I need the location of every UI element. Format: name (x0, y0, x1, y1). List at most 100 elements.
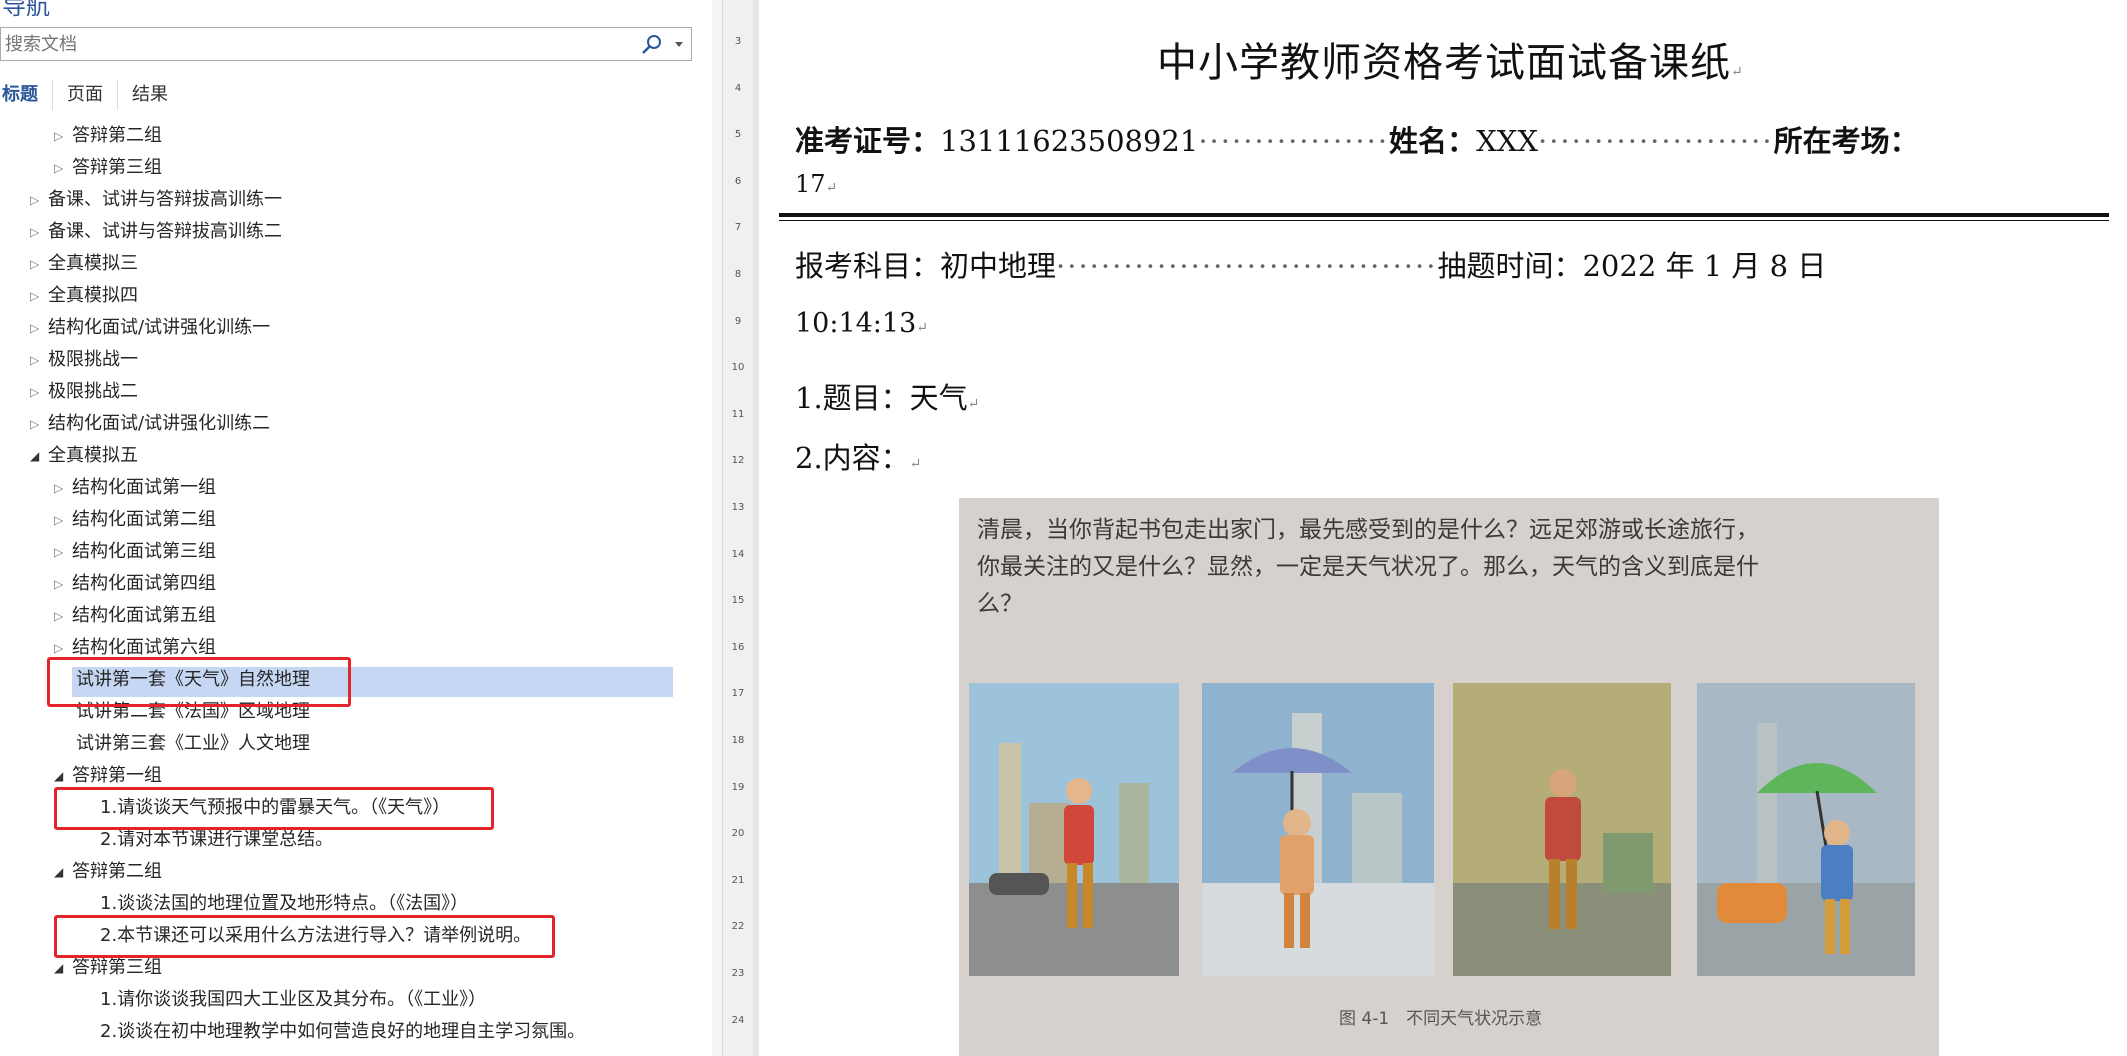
expanded-triangle-icon[interactable]: ◢ (54, 857, 72, 887)
collapsed-triangle-icon[interactable]: ▷ (54, 601, 72, 631)
collapsed-triangle-icon[interactable]: ▷ (30, 281, 48, 311)
ruler-number: 9 (734, 315, 742, 327)
nav-tabs: 标题 页面 结果 (0, 80, 182, 110)
collapsed-triangle-icon[interactable]: ▷ (54, 473, 72, 503)
nav-heading-item[interactable]: 试讲第三套《工业》人文地理 (76, 729, 310, 759)
collapsed-triangle-icon[interactable]: ▷ (30, 313, 48, 343)
ruler-number: 17 (731, 688, 745, 700)
ruler-number: 20 (731, 828, 745, 840)
nav-heading-group[interactable]: ▷ 极限挑战一 (30, 345, 138, 375)
document-page[interactable]: 中小学教师资格考试面试备课纸↵ 准考证号：13111623508921·····… (759, 0, 2127, 1056)
ruler-number: 7 (734, 222, 742, 234)
nav-heading-label: 1.请你谈谈我国四大工业区及其分布。（《工业》） (100, 989, 487, 1010)
collapsed-triangle-icon[interactable]: ▷ (30, 377, 48, 407)
collapsed-triangle-icon[interactable]: ▷ (54, 121, 72, 151)
collapsed-triangle-icon[interactable]: ▷ (30, 185, 48, 215)
windy-weather-illustration (1453, 683, 1671, 976)
vertical-ruler: 3 4 5 6 7 8 9 10 11 12 13 14 15 16 17 18 19 20 21 22 23 24 (722, 0, 754, 1056)
nav-heading-label: 2.请对本节课进行课堂总结。 (100, 829, 334, 850)
ruler-number: 12 (731, 455, 745, 467)
nav-heading-group[interactable]: ▷ 全真模拟四 (30, 281, 138, 311)
search-input[interactable] (5, 30, 635, 58)
red-annotation-box (54, 787, 494, 830)
nav-heading-label: 全真模拟三 (48, 253, 138, 274)
collapsed-triangle-icon[interactable]: ▷ (30, 249, 48, 279)
nav-pane-scrollbar[interactable] (712, 0, 722, 1056)
collapsed-triangle-icon[interactable]: ▷ (54, 537, 72, 567)
collapsed-triangle-icon[interactable]: ▷ (30, 409, 48, 439)
nav-heading-group[interactable]: ◢ 答辩第二组 (54, 857, 162, 887)
rainy-weather-illustration (1697, 683, 1915, 976)
nav-heading-label: 答辩第二组 (72, 861, 162, 882)
tab-pages[interactable]: 页面 (53, 80, 118, 110)
ruler-number: 23 (731, 968, 745, 979)
time-date: 2022 年 1 月 8 日 (1582, 249, 1827, 283)
nav-heading-label: 备课、试讲与答辩拔高训练二 (48, 221, 282, 242)
exam-no-value: 13111623508921 (940, 124, 1199, 158)
nav-heading-label: 答辩第二组 (72, 125, 162, 146)
nav-heading-group[interactable]: ▷ 结构化面试第三组 (54, 537, 216, 567)
nav-heading-label: 极限挑战二 (48, 381, 138, 402)
ruler-number: 13 (731, 502, 745, 513)
nav-heading-group[interactable]: ▷ 结构化面试/试讲强化训练二 (30, 409, 270, 439)
nav-heading-label: 结构化面试第六组 (72, 637, 216, 658)
nav-heading-group[interactable]: ▷ 备课、试讲与答辩拔高训练一 (30, 185, 282, 215)
snowy-weather-illustration (1202, 683, 1434, 976)
nav-heading-group[interactable]: ▷ 答辩第二组 (54, 121, 162, 151)
tab-headings[interactable]: 标题 (0, 80, 53, 110)
collapsed-triangle-icon[interactable]: ▷ (54, 153, 72, 183)
ruler-number: 22 (731, 921, 745, 933)
nav-heading-group[interactable]: ▷ 结构化面试第五组 (54, 601, 216, 631)
topic-line: 1.题目：天气↵ (795, 381, 980, 415)
nav-heading-label: 极限挑战一 (48, 349, 138, 370)
subject-line: 报考科目：初中地理·······························… (795, 249, 1827, 283)
nav-heading-label: 试讲第三套《工业》人文地理 (76, 733, 310, 754)
expanded-triangle-icon[interactable]: ◢ (30, 441, 48, 471)
name-value: XXX (1476, 124, 1538, 158)
venue-label: 所在考场： (1773, 124, 1919, 158)
nav-heading-group[interactable]: ▷ 结构化面试第四组 (54, 569, 216, 599)
collapsed-triangle-icon[interactable]: ▷ (30, 345, 48, 375)
red-annotation-box (47, 657, 351, 707)
ruler-number: 19 (731, 781, 745, 793)
nav-heading-group[interactable]: ▷ 答辩第三组 (54, 153, 162, 183)
ruler-number: 8 (734, 269, 742, 280)
nav-heading-group[interactable]: ▷ 极限挑战二 (30, 377, 138, 407)
nav-heading-group[interactable]: ▷ 全真模拟三 (30, 249, 138, 279)
collapsed-triangle-icon[interactable]: ▷ (54, 505, 72, 535)
search-box[interactable] (0, 27, 692, 61)
search-icon[interactable] (639, 32, 665, 58)
nav-heading-group[interactable]: ▷ 结构化面试第二组 (54, 505, 216, 535)
name-label: 姓名： (1389, 124, 1477, 158)
collapsed-triangle-icon[interactable]: ▷ (54, 569, 72, 599)
ruler-number: 3 (734, 36, 742, 47)
nav-heading-group[interactable]: ▷ 结构化面试/试讲强化训练一 (30, 313, 270, 343)
ruler-number: 11 (731, 408, 745, 420)
nav-heading-item[interactable]: 2.谈谈在初中地理教学中如何营造良好的地理自主学习氛围。 (100, 1017, 585, 1047)
photo-paragraph: 清晨，当你背起书包走出家门，最先感受到的是什么？远足郊游或长途旅行，你最关注的又… (977, 517, 1759, 617)
nav-heading-label: 结构化面试第三组 (72, 541, 216, 562)
nav-heading-label: 答辩第三组 (72, 157, 162, 178)
tab-results[interactable]: 结果 (118, 80, 182, 110)
nav-heading-group[interactable]: ◢ 全真模拟五 (30, 441, 138, 471)
ruler-number: 4 (734, 82, 742, 94)
nav-heading-label: 结构化面试/试讲强化训练一 (48, 317, 271, 338)
nav-heading-label: 结构化面试第五组 (72, 605, 216, 626)
nav-heading-group[interactable]: ▷ 结构化面试第一组 (54, 473, 216, 503)
textbook-photo[interactable]: 清晨，当你背起书包走出家门，最先感受到的是什么？远足郊游或长途旅行，你最关注的又… (959, 498, 1939, 1056)
nav-heading-item[interactable]: 1.请你谈谈我国四大工业区及其分布。（《工业》） (100, 985, 486, 1015)
ruler-number: 16 (731, 641, 745, 653)
nav-heading-label: 结构化面试/试讲强化训练二 (48, 413, 271, 434)
header-double-rule (779, 213, 2109, 217)
nav-heading-label: 答辩第三组 (72, 957, 162, 978)
search-options-dropdown-icon[interactable] (675, 42, 683, 47)
subject-label: 报考科目： (795, 249, 941, 283)
header-thin-rule (779, 220, 2109, 221)
time-label: 抽题时间： (1437, 249, 1583, 283)
ruler-number: 15 (731, 595, 745, 607)
nav-heading-label: 答辩第一组 (72, 765, 162, 786)
subject-value: 初中地理 (940, 249, 1057, 283)
ruler-number: 6 (734, 175, 742, 187)
collapsed-triangle-icon[interactable]: ▷ (30, 217, 48, 247)
nav-heading-group[interactable]: ▷ 备课、试讲与答辩拔高训练二 (30, 217, 282, 247)
